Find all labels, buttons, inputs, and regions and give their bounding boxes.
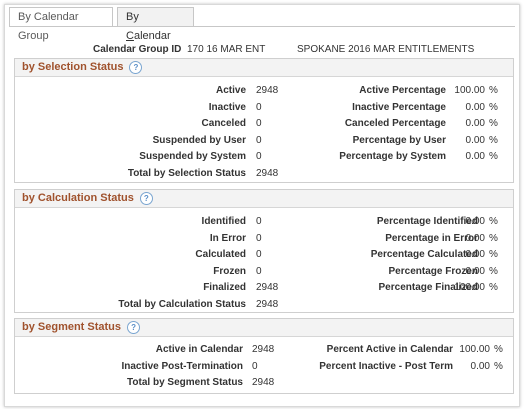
status-label: Frozen: [213, 265, 246, 277]
percentage-label: Percentage by User: [352, 134, 446, 146]
percentage-value: 0.00: [470, 360, 490, 372]
calendar-group-id-label: Calendar Group ID: [93, 44, 182, 55]
status-label: Inactive Post-Termination: [121, 360, 243, 372]
percent-sign: %: [489, 101, 498, 113]
percentage-label: Percentage by System: [339, 151, 446, 162]
status-label: Calculated: [195, 249, 246, 260]
status-count: 2948: [252, 344, 275, 355]
status-label: Total by Calculation Status: [118, 298, 246, 310]
status-count: 0: [256, 134, 262, 146]
section-title: by Selection Status: [22, 61, 124, 73]
status-count: 0: [256, 101, 262, 113]
percentage-value: 100.00: [454, 85, 485, 96]
tab-by-calendar[interactable]: By Calendar: [117, 7, 194, 42]
percent-sign: %: [489, 85, 498, 96]
section-header: by Selection Status?: [15, 59, 513, 77]
calendar-group-id-value: 170 16 MAR ENT: [187, 44, 266, 55]
percentage-value: 0.00: [465, 232, 485, 244]
status-label: Total by Selection Status: [127, 167, 246, 179]
status-count: 2948: [256, 298, 279, 310]
percentage-value: 100.00: [454, 282, 485, 293]
help-icon[interactable]: ?: [139, 191, 153, 205]
percentage-label: Percentage Calculated: [370, 249, 478, 260]
percent-sign: %: [489, 282, 498, 293]
tab-by-calendar-group[interactable]: By Calendar Group: [9, 7, 113, 42]
status-count: 2948: [252, 377, 275, 388]
status-count: 2948: [256, 282, 279, 293]
status-label: Active in Calendar: [155, 344, 243, 355]
status-label: Suspended by System: [139, 151, 246, 162]
percentage-label: Active Percentage: [359, 85, 446, 96]
status-count: 0: [256, 232, 262, 244]
percent-sign: %: [494, 344, 503, 355]
tab-divider: [9, 26, 515, 27]
percentage-label: Canceled Percentage: [344, 118, 446, 129]
tab-label-accesskey: C: [126, 30, 134, 42]
percent-sign: %: [494, 360, 503, 372]
percentage-label: Percentage Identified: [376, 216, 478, 227]
percentage-value: 0.00: [465, 134, 485, 146]
percentage-label: Percent Inactive - Post Term: [319, 360, 453, 372]
status-count: 0: [252, 360, 258, 372]
percent-sign: %: [489, 134, 498, 146]
section-title: by Calculation Status: [22, 192, 134, 204]
percent-sign: %: [489, 265, 498, 277]
percent-sign: %: [489, 118, 498, 129]
status-count: 2948: [256, 167, 279, 179]
help-icon[interactable]: ?: [127, 320, 141, 334]
percentage-value: 0.00: [465, 151, 485, 162]
tab-label-rest: alendar: [133, 30, 171, 42]
percent-sign: %: [489, 151, 498, 162]
help-icon[interactable]: ?: [129, 60, 143, 74]
status-count: 2948: [256, 85, 279, 96]
percent-sign: %: [489, 232, 498, 244]
status-count: 0: [256, 118, 262, 129]
tab-label-prefix: By: [126, 11, 139, 23]
percentage-value: 100.00: [459, 344, 490, 355]
status-count: 0: [256, 249, 262, 260]
status-count: 0: [256, 151, 262, 162]
status-label: Suspended by User: [152, 134, 246, 146]
status-label: Canceled: [201, 118, 246, 129]
percentage-label: Percentage in Error: [385, 232, 478, 244]
percent-sign: %: [489, 249, 498, 260]
percentage-label: Percent Active in Calendar: [326, 344, 453, 355]
percentage-label: Inactive Percentage: [352, 101, 446, 113]
status-label: In Error: [209, 232, 246, 244]
status-count: 0: [256, 265, 262, 277]
status-label: Identified: [201, 216, 246, 227]
percentage-value: 0.00: [465, 265, 485, 277]
status-label: Inactive: [208, 101, 246, 113]
percentage-value: 0.00: [465, 216, 485, 227]
percent-sign: %: [489, 216, 498, 227]
calendar-group-description: SPOKANE 2016 MAR ENTITLEMENTS: [297, 44, 475, 55]
percentage-value: 0.00: [465, 101, 485, 113]
status-label: Finalized: [203, 282, 246, 293]
status-count: 0: [256, 216, 262, 227]
section-header: by Calculation Status?: [15, 190, 513, 208]
percentage-value: 0.00: [465, 118, 485, 129]
percentage-value: 0.00: [465, 249, 485, 260]
status-label: Total by Segment Status: [127, 377, 243, 388]
section-title: by Segment Status: [22, 321, 122, 333]
status-label: Active: [215, 85, 246, 96]
section-header: by Segment Status?: [15, 319, 513, 337]
